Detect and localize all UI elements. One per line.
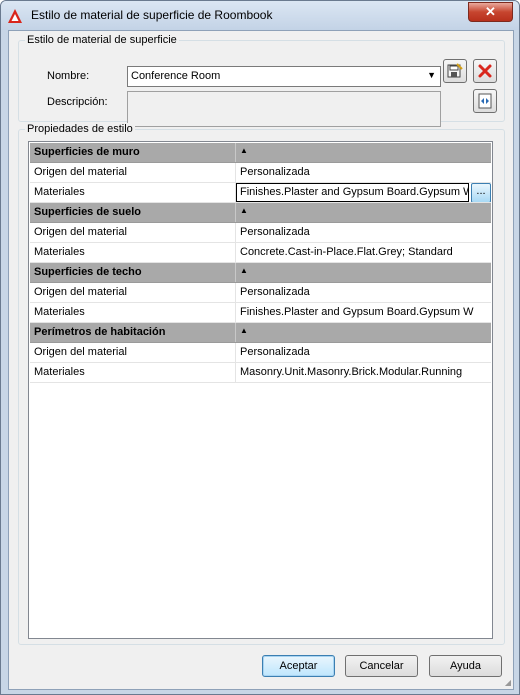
property-label: Materiales — [34, 246, 85, 258]
property-value-cell[interactable]: Finishes.Plaster and Gypsum Board.Gypsum… — [236, 183, 491, 202]
close-button[interactable]: ✕ — [468, 2, 513, 22]
property-label-cell: Materiales — [30, 183, 236, 202]
description-label: Descripción: — [47, 96, 108, 108]
category-row-wall[interactable]: Superficies de muro ▲ — [30, 143, 491, 163]
table-row[interactable]: Origen del material Personalizada — [30, 283, 491, 303]
property-label-cell: Origen del material — [30, 163, 236, 182]
table-row[interactable]: Origen del material Personalizada — [30, 343, 491, 363]
property-label-cell: Materiales — [30, 303, 236, 322]
table-row[interactable]: Materiales Finishes.Plaster and Gypsum B… — [30, 183, 491, 203]
dialog-body: Estilo de material de superficie Nombre:… — [8, 30, 514, 690]
table-row[interactable]: Materiales Finishes.Plaster and Gypsum B… — [30, 303, 491, 323]
property-label: Origen del material — [34, 346, 127, 358]
property-value-cell[interactable]: Concrete.Cast-in-Place.Flat.Grey; Standa… — [236, 243, 491, 262]
dialog-window: Estilo de material de superficie de Room… — [0, 0, 520, 695]
category-collapse-cell: ▲ — [236, 323, 491, 342]
property-label: Materiales — [34, 306, 85, 318]
category-row-floor[interactable]: Superficies de suelo ▲ — [30, 203, 491, 223]
accept-button[interactable]: Aceptar — [262, 655, 335, 677]
property-value: Concrete.Cast-in-Place.Flat.Grey; Standa… — [240, 246, 453, 258]
category-row-ceiling[interactable]: Superficies de techo ▲ — [30, 263, 491, 283]
property-label: Origen del material — [34, 166, 127, 178]
property-value-cell[interactable]: Personalizada — [236, 343, 491, 362]
property-label: Materiales — [34, 366, 85, 378]
table-row[interactable]: Materiales Masonry.Unit.Masonry.Brick.Mo… — [30, 363, 491, 383]
property-label-cell: Materiales — [30, 363, 236, 382]
property-value: Personalizada — [240, 346, 310, 358]
collapse-icon[interactable]: ▲ — [240, 146, 485, 155]
name-combo[interactable]: Conference Room ▼ — [127, 66, 441, 87]
collapse-icon[interactable]: ▲ — [240, 266, 485, 275]
table-row[interactable]: Origen del material Personalizada — [30, 223, 491, 243]
property-label-cell: Origen del material — [30, 283, 236, 302]
category-title-cell: Superficies de suelo — [30, 203, 236, 222]
delete-style-button[interactable] — [473, 59, 497, 83]
category-title: Perímetros de habitación — [34, 326, 166, 338]
table-row[interactable]: Materiales Concrete.Cast-in-Place.Flat.G… — [30, 243, 491, 263]
collapse-icon[interactable]: ▲ — [240, 326, 485, 335]
save-style-button[interactable] — [443, 59, 467, 83]
property-value-cell[interactable]: Finishes.Plaster and Gypsum Board.Gypsum… — [236, 303, 491, 322]
properties-legend: Propiedades de estilo — [25, 123, 135, 135]
property-label-cell: Origen del material — [30, 343, 236, 362]
property-value: Personalizada — [240, 226, 310, 238]
chevron-down-icon[interactable]: ▼ — [427, 70, 436, 80]
property-value-cell[interactable]: Masonry.Unit.Masonry.Brick.Modular.Runni… — [236, 363, 491, 382]
resize-grip-icon[interactable]: ◢ — [505, 678, 511, 687]
category-collapse-cell: ▲ — [236, 263, 491, 282]
property-label: Materiales — [34, 186, 85, 198]
property-value: Masonry.Unit.Masonry.Brick.Modular.Runni… — [240, 366, 463, 378]
property-label-cell: Origen del material — [30, 223, 236, 242]
category-title-cell: Superficies de techo — [30, 263, 236, 282]
property-value-cell[interactable]: Personalizada — [236, 163, 491, 182]
category-title: Superficies de techo — [34, 266, 142, 278]
surface-style-legend: Estilo de material de superficie — [25, 34, 179, 46]
property-label: Origen del material — [34, 226, 127, 238]
description-field[interactable] — [127, 91, 441, 127]
category-collapse-cell: ▲ — [236, 143, 491, 162]
category-title-cell: Superficies de muro — [30, 143, 236, 162]
property-value: Finishes.Plaster and Gypsum Board.Gypsum… — [240, 306, 474, 318]
browse-materials-button[interactable]: ... — [471, 183, 491, 202]
category-row-perimeter[interactable]: Perímetros de habitación ▲ — [30, 323, 491, 343]
property-value-cell[interactable]: Personalizada — [236, 283, 491, 302]
surface-style-group: Estilo de material de superficie Nombre:… — [18, 34, 505, 127]
property-label-cell: Materiales — [30, 243, 236, 262]
property-label: Origen del material — [34, 286, 127, 298]
property-value: Finishes.Plaster and Gypsum Board.Gypsum… — [240, 186, 468, 198]
title-bar[interactable]: Estilo de material de superficie de Room… — [1, 1, 519, 30]
name-label: Nombre: — [47, 70, 90, 82]
category-title-cell: Perímetros de habitación — [30, 323, 236, 342]
name-combo-value: Conference Room — [131, 70, 221, 82]
category-title: Superficies de muro — [34, 146, 140, 158]
property-value: Personalizada — [240, 166, 310, 178]
collapse-icon[interactable]: ▲ — [240, 206, 485, 215]
cancel-button[interactable]: Cancelar — [345, 655, 418, 677]
property-value-cell[interactable]: Personalizada — [236, 223, 491, 242]
materials-edit-field[interactable]: Finishes.Plaster and Gypsum Board.Gypsum… — [236, 183, 469, 202]
help-button[interactable]: Ayuda — [429, 655, 502, 677]
match-style-button[interactable] — [473, 89, 497, 113]
window-title: Estilo de material de superficie de Room… — [31, 8, 273, 22]
property-value: Personalizada — [240, 286, 310, 298]
category-collapse-cell: ▲ — [236, 203, 491, 222]
table-row[interactable]: Origen del material Personalizada — [30, 163, 491, 183]
category-title: Superficies de suelo — [34, 206, 141, 218]
autocad-icon — [7, 8, 23, 24]
properties-grid: Superficies de muro ▲ Origen del materia… — [28, 141, 493, 639]
